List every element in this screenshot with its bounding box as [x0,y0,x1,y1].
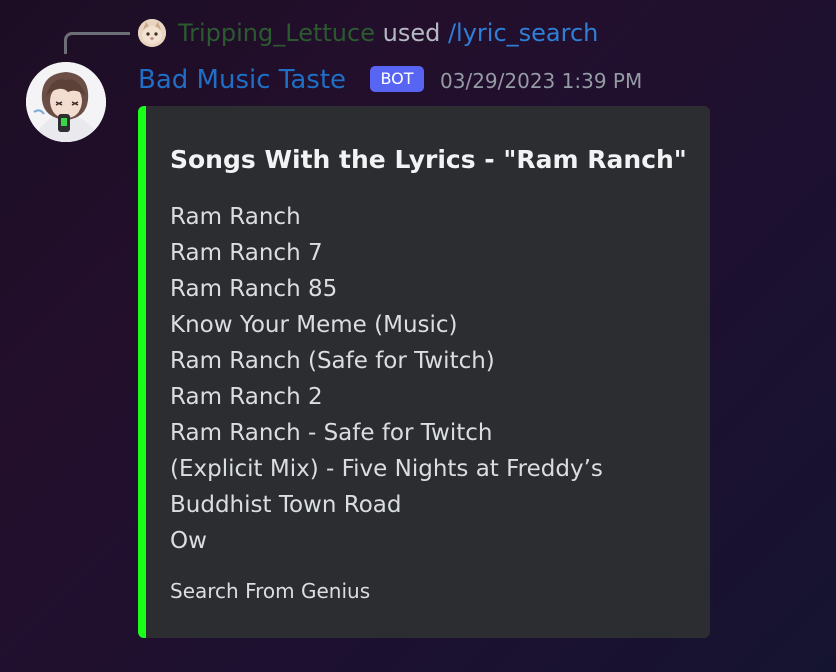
message-timestamp: 03/29/2023 1:39 PM [440,69,643,93]
reply-command-link[interactable]: /lyric_search [448,19,598,47]
list-item: Ram Ranch [170,204,301,230]
bot-tag-badge: BOT [370,66,424,92]
reply-context: Tripping_Lettuce used /lyric_search [178,17,598,49]
embed-accent-bar [138,106,146,638]
list-item: (Explicit Mix) - Five Nights at Freddy’s [170,456,603,482]
embed-footer: Search From Genius [170,579,371,603]
reply-used-label: used [382,19,441,47]
bot-avatar[interactable] [26,62,106,142]
list-item: Buddhist Town Road [170,492,402,518]
embed-title: Songs With the Lyrics - "Ram Ranch" [170,145,687,174]
bot-username[interactable]: Bad Music Taste [138,60,346,100]
lyrics-embed: Songs With the Lyrics - "Ram Ranch" Ram … [138,106,710,638]
list-item: Ram Ranch - Safe for Twitch [170,420,493,446]
cat-avatar-icon [138,19,166,47]
list-item: Ram Ranch 2 [170,384,323,410]
list-item: Ram Ranch 7 [170,240,323,266]
list-item: Know Your Meme (Music) [170,312,458,338]
list-item: Ram Ranch (Safe for Twitch) [170,348,495,374]
reply-username[interactable]: Tripping_Lettuce [178,19,375,47]
anime-character-avatar-icon [26,62,106,142]
reply-connector-line [64,32,130,54]
list-item: Ram Ranch 85 [170,276,338,302]
reply-user-avatar[interactable] [138,19,166,47]
list-item: Ow [170,528,207,554]
song-list: Ram Ranch Ram Ranch 7 Ram Ranch 85 Know … [170,199,603,559]
